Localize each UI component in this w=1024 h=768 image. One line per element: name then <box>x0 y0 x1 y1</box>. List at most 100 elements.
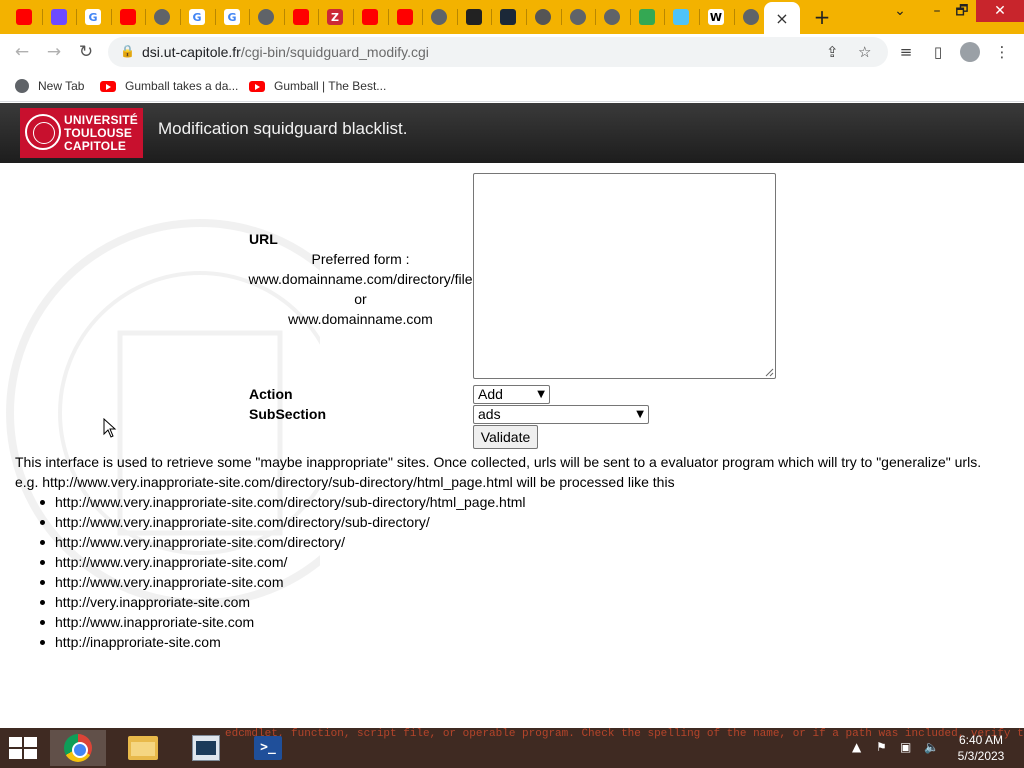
bookmark-gumball-1[interactable]: Gumball takes a da... <box>100 77 238 95</box>
tab[interactable] <box>152 7 172 27</box>
tab-separator <box>42 9 43 25</box>
tab-separator <box>561 9 562 25</box>
tab[interactable]: W <box>706 7 726 27</box>
taskbar-chrome[interactable] <box>50 730 106 766</box>
new-tab-button[interactable]: + <box>810 5 834 29</box>
url-label: URL <box>249 231 278 247</box>
menu-icon[interactable]: ⋮ <box>992 42 1012 62</box>
tab[interactable] <box>118 7 138 27</box>
youtube-icon <box>100 80 116 92</box>
tab-separator <box>457 9 458 25</box>
start-button[interactable] <box>9 737 38 759</box>
tab-separator <box>388 9 389 25</box>
tab[interactable] <box>291 7 311 27</box>
tab[interactable] <box>49 7 69 27</box>
tab[interactable]: G <box>222 7 242 27</box>
youtube-icon <box>362 9 378 25</box>
bookmark-label: Gumball | The Best... <box>274 79 387 93</box>
restore-icon[interactable]: 🗗 <box>950 0 974 22</box>
tab[interactable] <box>533 7 553 27</box>
list-item: http://www.very.inapproriate-site.com/di… <box>39 512 525 532</box>
tab[interactable]: G <box>83 7 103 27</box>
folder-icon <box>128 736 158 760</box>
youtube-icon <box>249 80 265 92</box>
tab-search-icon[interactable]: ⌄ <box>888 0 912 22</box>
subsection-select[interactable]: ads ▼ <box>473 405 649 424</box>
university-logo[interactable]: UNIVERSITÉ TOULOUSE CAPITOLE <box>20 108 143 158</box>
hint-line: Preferred form : <box>311 251 410 267</box>
audio-icon <box>466 9 482 25</box>
tab[interactable] <box>395 7 415 27</box>
globe-icon <box>15 79 29 93</box>
taskbar-performance-monitor[interactable] <box>178 730 234 766</box>
system-clock[interactable]: 6:40 AM 5/3/2023 <box>952 732 1010 764</box>
tab[interactable] <box>14 7 34 27</box>
tab[interactable] <box>568 7 588 27</box>
action-center-flag-icon[interactable]: ⚑ <box>876 740 887 754</box>
url-textarea[interactable] <box>473 173 776 379</box>
tab-separator <box>76 9 77 25</box>
tab[interactable]: Z <box>325 7 345 27</box>
tab[interactable] <box>602 7 622 27</box>
tray-overflow-icon[interactable]: ▲ <box>852 740 861 754</box>
close-window-icon[interactable]: ✕ <box>976 0 1024 22</box>
lock-icon[interactable]: 🔒 <box>120 44 135 58</box>
chevron-down-icon: ▼ <box>537 389 545 400</box>
bookmarks-bar: New Tab Gumball takes a da... Gumball | … <box>0 70 1024 102</box>
back-icon[interactable]: ← <box>12 42 32 62</box>
globe-icon <box>604 9 620 25</box>
volume-muted-icon[interactable]: 🔈 <box>924 740 939 754</box>
youtube-icon <box>120 9 136 25</box>
active-tab[interactable]: × <box>764 2 800 34</box>
reload-icon[interactable]: ↻ <box>76 42 96 62</box>
tab[interactable] <box>498 7 518 27</box>
reading-list-icon[interactable]: ≡ <box>896 42 916 62</box>
profile-avatar[interactable] <box>960 42 980 62</box>
bookmark-new-tab[interactable]: New Tab <box>15 77 84 95</box>
google-icon: G <box>189 9 205 25</box>
bookmark-star-icon[interactable]: ☆ <box>858 43 871 61</box>
list-item: http://www.very.inapproriate-site.com/ <box>39 552 525 572</box>
address-bar[interactable]: 🔒 dsi.ut-capitole.fr/cgi-bin/squidguard_… <box>108 37 888 67</box>
tab[interactable] <box>256 7 276 27</box>
tab[interactable] <box>671 7 691 27</box>
list-item: http://inapproriate-site.com <box>39 632 525 652</box>
tab[interactable] <box>741 7 761 27</box>
network-icon[interactable]: ▣ <box>900 740 911 754</box>
side-panel-icon[interactable]: ▯ <box>928 42 948 62</box>
tab[interactable] <box>464 7 484 27</box>
taskbar-file-explorer[interactable] <box>115 730 171 766</box>
validate-button[interactable]: Validate <box>473 425 538 449</box>
globe-icon <box>154 9 170 25</box>
tab-separator <box>422 9 423 25</box>
forward-icon[interactable]: → <box>44 42 64 62</box>
tab[interactable] <box>637 7 657 27</box>
tab[interactable] <box>360 7 380 27</box>
tab-separator <box>734 9 735 25</box>
example-url-list: http://www.very.inapproriate-site.com/di… <box>39 492 525 652</box>
url-host: dsi.ut-capitole.fr <box>142 44 241 60</box>
tab-separator <box>111 9 112 25</box>
resize-grip-icon[interactable] <box>765 368 774 377</box>
console-background-text: edcmdlet, function, script file, or oper… <box>225 728 1024 740</box>
page-icon <box>673 9 689 25</box>
tab-separator <box>353 9 354 25</box>
description-line: This interface is used to retrieve some … <box>15 454 982 470</box>
taskbar-powershell[interactable]: >_ <box>240 730 296 766</box>
logo-text: UNIVERSITÉ TOULOUSE CAPITOLE <box>64 114 138 153</box>
seal-icon <box>25 114 61 150</box>
tab-separator <box>284 9 285 25</box>
tab[interactable]: G <box>187 7 207 27</box>
youtube-icon <box>16 9 32 25</box>
youtube-icon <box>293 9 309 25</box>
action-select[interactable]: Add ▼ <box>473 385 550 404</box>
clock-time: 6:40 AM <box>958 733 1004 747</box>
action-label: Action <box>249 386 293 402</box>
minimize-icon[interactable]: – <box>926 0 948 22</box>
bookmark-gumball-2[interactable]: Gumball | The Best... <box>249 77 386 95</box>
share-icon[interactable]: ⇪ <box>826 43 839 61</box>
tab[interactable] <box>429 7 449 27</box>
tab-close-icon[interactable]: × <box>775 9 788 28</box>
url-text[interactable]: dsi.ut-capitole.fr/cgi-bin/squidguard_mo… <box>142 44 429 60</box>
hint-line: or <box>354 291 367 307</box>
